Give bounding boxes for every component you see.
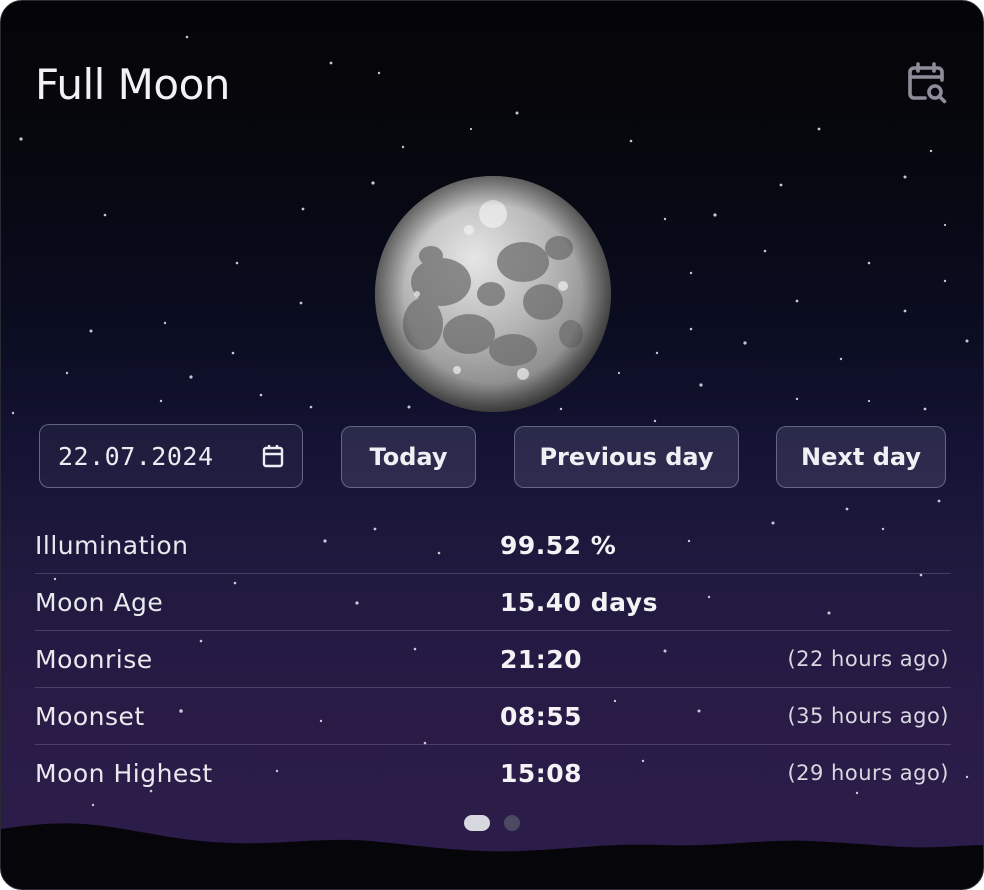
row-value: 99.52 % <box>500 530 617 560</box>
page-dot-1[interactable] <box>464 815 490 831</box>
next-day-button[interactable]: Next day <box>776 426 946 488</box>
page-indicator <box>464 815 520 831</box>
moon-info-table: Illumination 99.52 % Moon Age 15.40 days… <box>35 517 951 801</box>
page-dot-2[interactable] <box>504 815 520 831</box>
row-value: 15:08 <box>500 758 583 788</box>
date-value[interactable]: 22.07.2024 <box>58 442 262 471</box>
info-row-moonset: Moonset 08:55 (35 hours ago) <box>35 688 951 745</box>
previous-day-button[interactable]: Previous day <box>514 426 739 488</box>
info-row-illumination: Illumination 99.52 % <box>35 517 951 574</box>
row-relative-time: (29 hours ago) <box>787 761 949 785</box>
calendar-search-button[interactable] <box>901 57 953 109</box>
calendar-search-icon <box>908 62 947 104</box>
row-value: 15.40 days <box>500 587 658 617</box>
info-row-moonrise: Moonrise 21:20 (22 hours ago) <box>35 631 951 688</box>
info-row-moon-age: Moon Age 15.40 days <box>35 574 951 631</box>
row-relative-time: (35 hours ago) <box>787 704 949 728</box>
calendar-icon[interactable] <box>262 444 284 468</box>
row-value: 21:20 <box>500 644 583 674</box>
row-label: Illumination <box>35 530 189 560</box>
moon-widget: Full Moon 22.07.2024 Today Previous day … <box>0 0 984 890</box>
row-label: Moon Age <box>35 587 164 617</box>
row-label: Moonset <box>35 701 145 731</box>
row-value: 08:55 <box>500 701 583 731</box>
page-title: Full Moon <box>35 60 230 109</box>
moon-image <box>375 176 611 412</box>
row-relative-time: (22 hours ago) <box>787 647 949 671</box>
row-label: Moonrise <box>35 644 153 674</box>
info-row-moon-highest: Moon Highest 15:08 (29 hours ago) <box>35 745 951 801</box>
date-field[interactable]: 22.07.2024 <box>39 424 303 488</box>
row-label: Moon Highest <box>35 758 213 788</box>
today-button[interactable]: Today <box>341 426 476 488</box>
